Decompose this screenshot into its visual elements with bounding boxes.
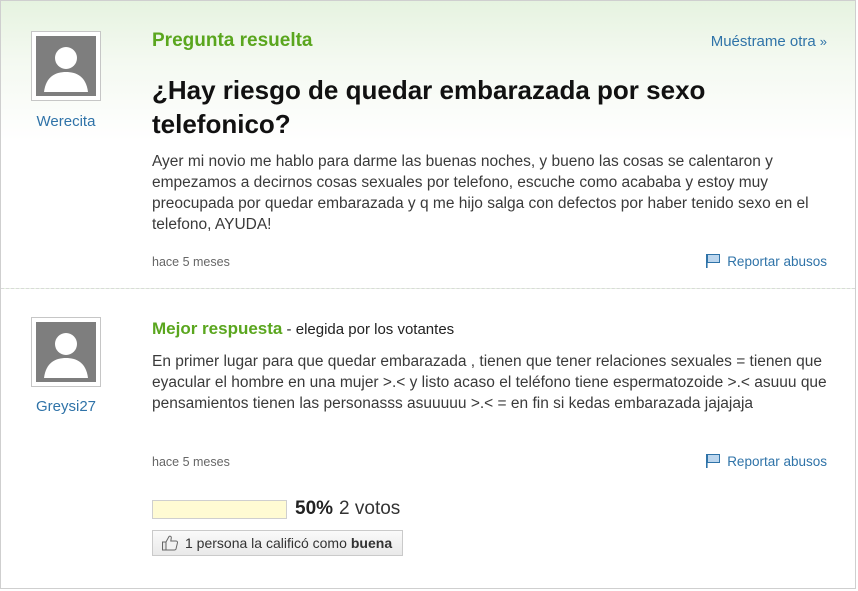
answer-timestamp: hace 5 meses [152, 455, 230, 469]
question-body: Ayer mi novio me hablo para darme las bu… [152, 153, 809, 233]
answerer-username[interactable]: Greysi27 [1, 398, 131, 415]
vote-summary: 50% 2 votos [152, 498, 400, 520]
show-another-link[interactable]: Muéstrame otra» [711, 33, 827, 50]
question-title: ¿Hay riesgo de quedar embarazada por sex… [152, 75, 706, 139]
flag-icon [706, 454, 721, 468]
question-status: Pregunta resuelta [152, 30, 313, 51]
question-section: Werecita Pregunta resuelta Muéstrame otr… [1, 1, 855, 289]
thumbs-up-icon [162, 535, 179, 551]
asker-username[interactable]: Werecita [1, 113, 131, 130]
user-avatar-icon [44, 333, 88, 378]
best-answer-heading: Mejor respuesta - elegida por los votant… [152, 319, 454, 339]
answer-body: En primer lugar para que quedar embaraza… [152, 353, 827, 412]
vote-count: 2 votos [339, 498, 401, 519]
rating-word: buena [350, 535, 393, 551]
rating-text: 1 persona la calificó como [185, 535, 347, 551]
show-another-label: Muéstrame otra [710, 33, 816, 50]
user-avatar-icon [44, 47, 88, 92]
asker-avatar[interactable] [31, 31, 101, 101]
vote-percent: 50% [295, 498, 334, 519]
best-answer-label: Mejor respuesta [152, 319, 283, 338]
report-abuse-label: Reportar abusos [727, 453, 827, 469]
answerer-avatar[interactable] [31, 317, 101, 387]
best-answer-suffix: - elegida por los votantes [282, 321, 455, 338]
question-timestamp: hace 5 meses [152, 255, 230, 269]
flag-icon [706, 254, 721, 268]
report-abuse-label: Reportar abusos [727, 253, 827, 269]
double-chevron-right-icon: » [819, 34, 827, 49]
page-frame: Werecita Pregunta resuelta Muéstrame otr… [0, 0, 856, 589]
answer-report-abuse-link[interactable]: Reportar abusos [705, 453, 827, 469]
question-report-abuse-link[interactable]: Reportar abusos [705, 253, 827, 269]
rating-button[interactable]: 1 persona la calificó como buena [152, 530, 404, 556]
vote-bar [152, 499, 287, 519]
